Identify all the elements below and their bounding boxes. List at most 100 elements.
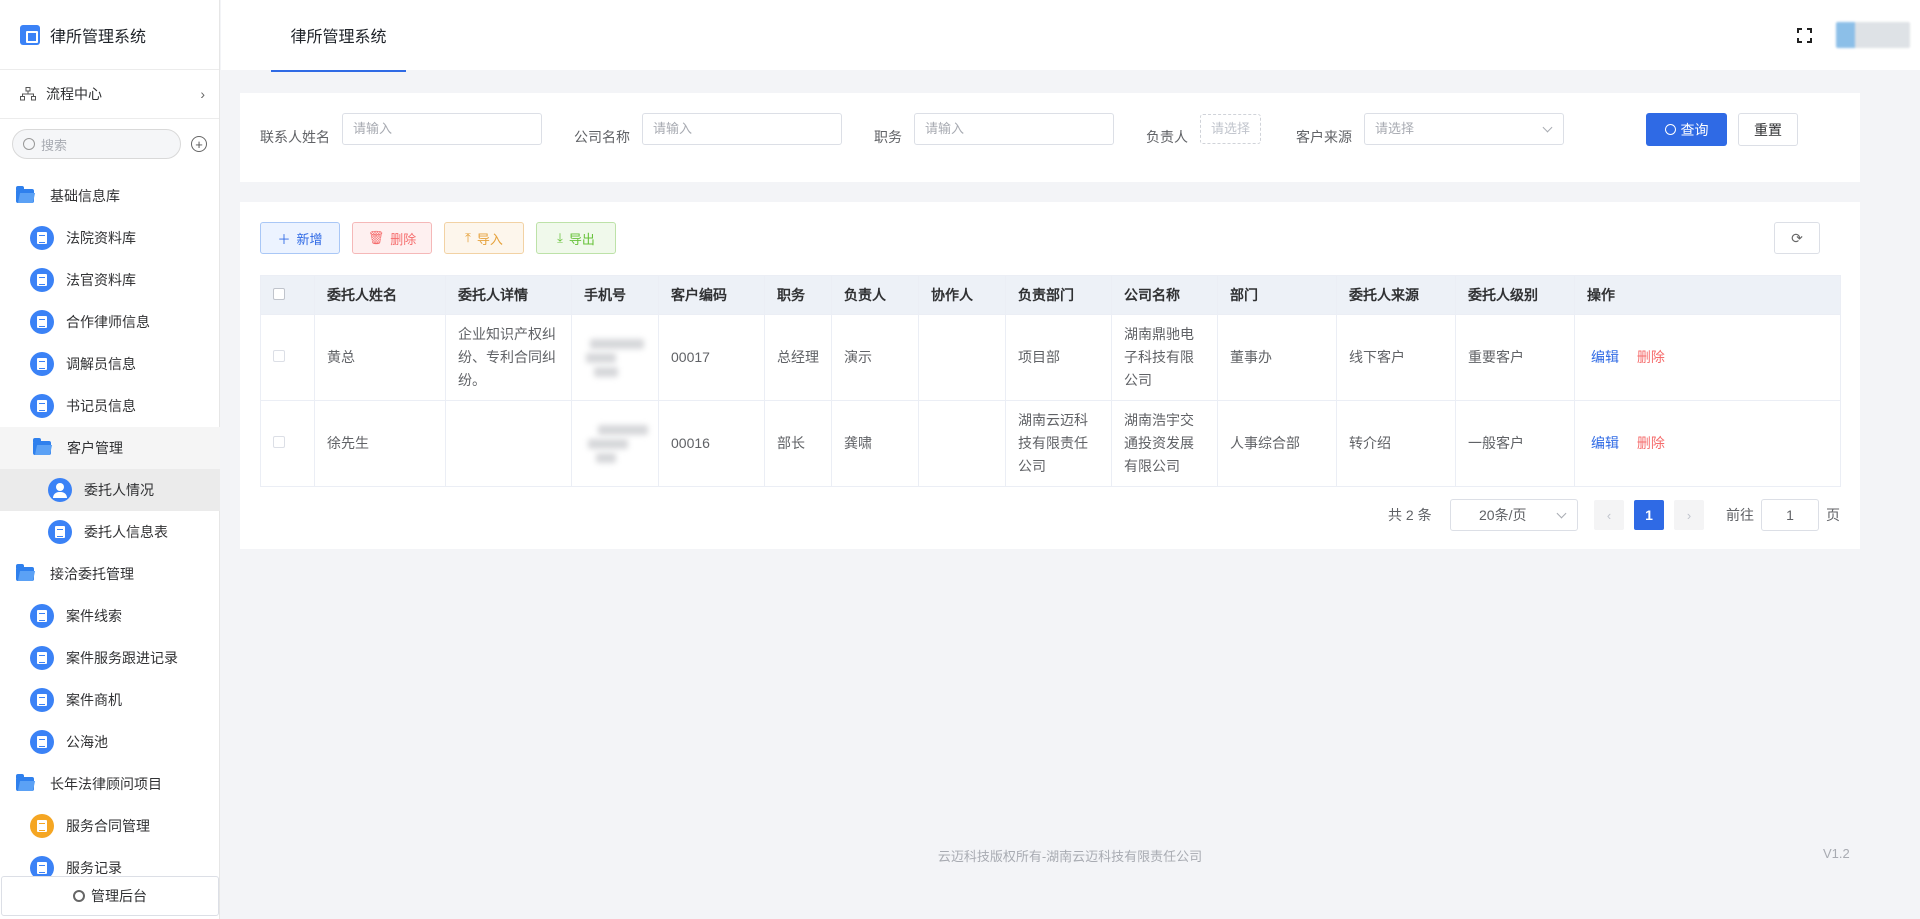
column-header: 委托人详情 [445,275,572,315]
next-page-button[interactable]: › [1674,500,1704,530]
prev-page-button[interactable]: ‹ [1594,500,1624,530]
sidebar-item-case-leads[interactable]: 案件线索 [0,595,220,637]
sidebar-item-court[interactable]: 法院资料库 [0,217,220,259]
sidebar-group-customer[interactable]: 客户管理 [0,427,220,469]
cell-collaborator [918,314,1006,401]
sidebar-item-client-status[interactable]: 委托人情况 [0,469,220,511]
cell-level: 重要客户 [1455,314,1575,401]
table-panel: ＋ 新增 🗑 删除 ⤒ 导入 ⤓ 导出 ⟳ 委托人姓名 委托人详情 手机号 客户… [240,202,1860,549]
export-button[interactable]: ⤓ 导出 [536,222,616,254]
document-icon [48,520,72,544]
document-icon [30,646,54,670]
sidebar-item-clerk[interactable]: 书记员信息 [0,385,220,427]
filter-panel: 联系人姓名 请输入 公司名称 请输入 职务 请输入 负责人 请选择 客户来源 请… [240,93,1860,182]
contract-icon [30,814,54,838]
client-source-select[interactable]: 请选择 [1364,113,1564,145]
column-header: 负责部门 [1005,275,1112,315]
cell-position: 部长 [764,400,832,487]
refresh-button[interactable]: ⟳ [1774,222,1820,254]
reset-button[interactable]: 重置 [1738,113,1798,146]
cell-source: 线下客户 [1336,314,1456,401]
chevron-right-icon: › [200,86,205,102]
edit-link[interactable]: 编辑 [1591,435,1619,451]
sidebar-item-label: 案件线索 [66,608,122,624]
row-checkbox[interactable] [273,350,285,362]
import-button[interactable]: ⤒ 导入 [444,222,524,254]
cell-phone [571,400,659,487]
sidebar-item-label: 委托人信息表 [84,524,168,540]
add-button[interactable]: ＋ 新增 [260,222,340,254]
topbar: 律所管理系统 [221,0,1920,72]
sidebar-item-partner-lawyer[interactable]: 合作律师信息 [0,301,220,343]
sidebar-item-client-table[interactable]: 委托人信息表 [0,511,220,553]
column-header: 客户编码 [658,275,765,315]
fullscreen-icon[interactable] [1797,28,1812,43]
pagination: 共 2 条 20条/页 ‹ 1 › 前往 1 页 [240,499,1860,531]
cell-dept: 人事综合部 [1217,400,1337,487]
delete-button[interactable]: 🗑 删除 [352,222,432,254]
folder-open-icon [16,774,34,791]
sidebar-group-basic-info[interactable]: 基础信息库 [0,175,220,217]
sidebar-item-mediator[interactable]: 调解员信息 [0,343,220,385]
cell-position: 总经理 [764,314,832,401]
flow-center-menu[interactable]: 流程中心 › [0,70,219,119]
sidebar-group-label: 客户管理 [67,440,123,456]
sidebar-item-public-pool[interactable]: 公海池 [0,721,220,763]
sidebar-item-service-contract[interactable]: 服务合同管理 [0,805,220,847]
select-all-checkbox[interactable] [273,288,285,300]
page-number-current[interactable]: 1 [1634,500,1664,530]
page-size-select[interactable]: 20条/页 [1450,499,1578,531]
cell-actions: 编辑 删除 [1574,314,1841,401]
phone-redacted [584,419,650,469]
folder-open-icon [16,186,34,203]
sidebar-search-placeholder: 搜索 [41,137,68,153]
page-size-value: 20条/页 [1479,507,1527,523]
sidebar-group-engagement[interactable]: 接洽委托管理 [0,553,220,595]
goto-page-input[interactable]: 1 [1761,499,1819,531]
page-unit-label: 页 [1826,507,1840,523]
add-circle-icon[interactable]: + [191,136,207,152]
app-title: 律所管理系统 [50,28,147,46]
client-source-label: 客户来源 [1296,129,1352,145]
user-avatar[interactable] [1836,22,1910,48]
folder-open-icon [16,564,34,581]
sidebar-item-case-followup[interactable]: 案件服务跟进记录 [0,637,220,679]
pagination-total: 共 2 条 [1388,507,1432,523]
delete-link[interactable]: 删除 [1637,435,1665,451]
column-header: 操作 [1574,275,1841,315]
row-checkbox[interactable] [273,436,285,448]
cell-level: 一般客户 [1455,400,1575,487]
select-all-cell [260,275,315,315]
sidebar: 律所管理系统 流程中心 › 搜索 + 基础信息库 法院资料库 法官资料库 合作律… [0,0,220,919]
table-row: 黄总 企业知识产权纠纷、专利合同纠纷。 00017 总经理 演示 项目部 湖南鼎… [260,314,1841,401]
company-name-input[interactable]: 请输入 [642,113,842,145]
owner-select[interactable]: 请选择 [1200,114,1262,144]
query-button[interactable]: 查询 [1646,113,1727,146]
sidebar-item-judge[interactable]: 法官资料库 [0,259,220,301]
delete-link[interactable]: 删除 [1637,349,1665,365]
sidebar-search-input[interactable]: 搜索 [12,129,181,159]
sidebar-group-label: 接洽委托管理 [50,566,134,582]
sidebar-item-label: 委托人情况 [84,482,154,498]
edit-link[interactable]: 编辑 [1591,349,1619,365]
cell-detail: 企业知识产权纠纷、专利合同纠纷。 [445,314,572,401]
column-header: 部门 [1217,275,1337,315]
tab-home[interactable]: 律所管理系统 [271,0,406,72]
plus-icon: ＋ [277,231,291,247]
cell-owner: 演示 [831,314,919,401]
folder-open-icon [33,438,51,455]
owner-label: 负责人 [1146,129,1188,145]
table-header-row: 委托人姓名 委托人详情 手机号 客户编码 职务 负责人 协作人 负责部门 公司名… [260,275,1841,315]
contact-name-input[interactable]: 请输入 [342,113,542,145]
cell-collaborator [918,400,1006,487]
sidebar-item-label: 书记员信息 [66,398,136,414]
cell-name: 徐先生 [314,400,446,487]
sidebar-item-case-opportunity[interactable]: 案件商机 [0,679,220,721]
admin-backend-button[interactable]: 管理后台 [1,876,219,916]
admin-backend-label: 管理后台 [91,888,147,904]
sidebar-group-legal-advisor[interactable]: 长年法律顾问项目 [0,763,220,805]
search-icon [1664,124,1676,135]
app-logo[interactable]: 律所管理系统 [0,0,219,70]
position-input[interactable]: 请输入 [914,113,1114,145]
cell-phone [571,314,659,401]
